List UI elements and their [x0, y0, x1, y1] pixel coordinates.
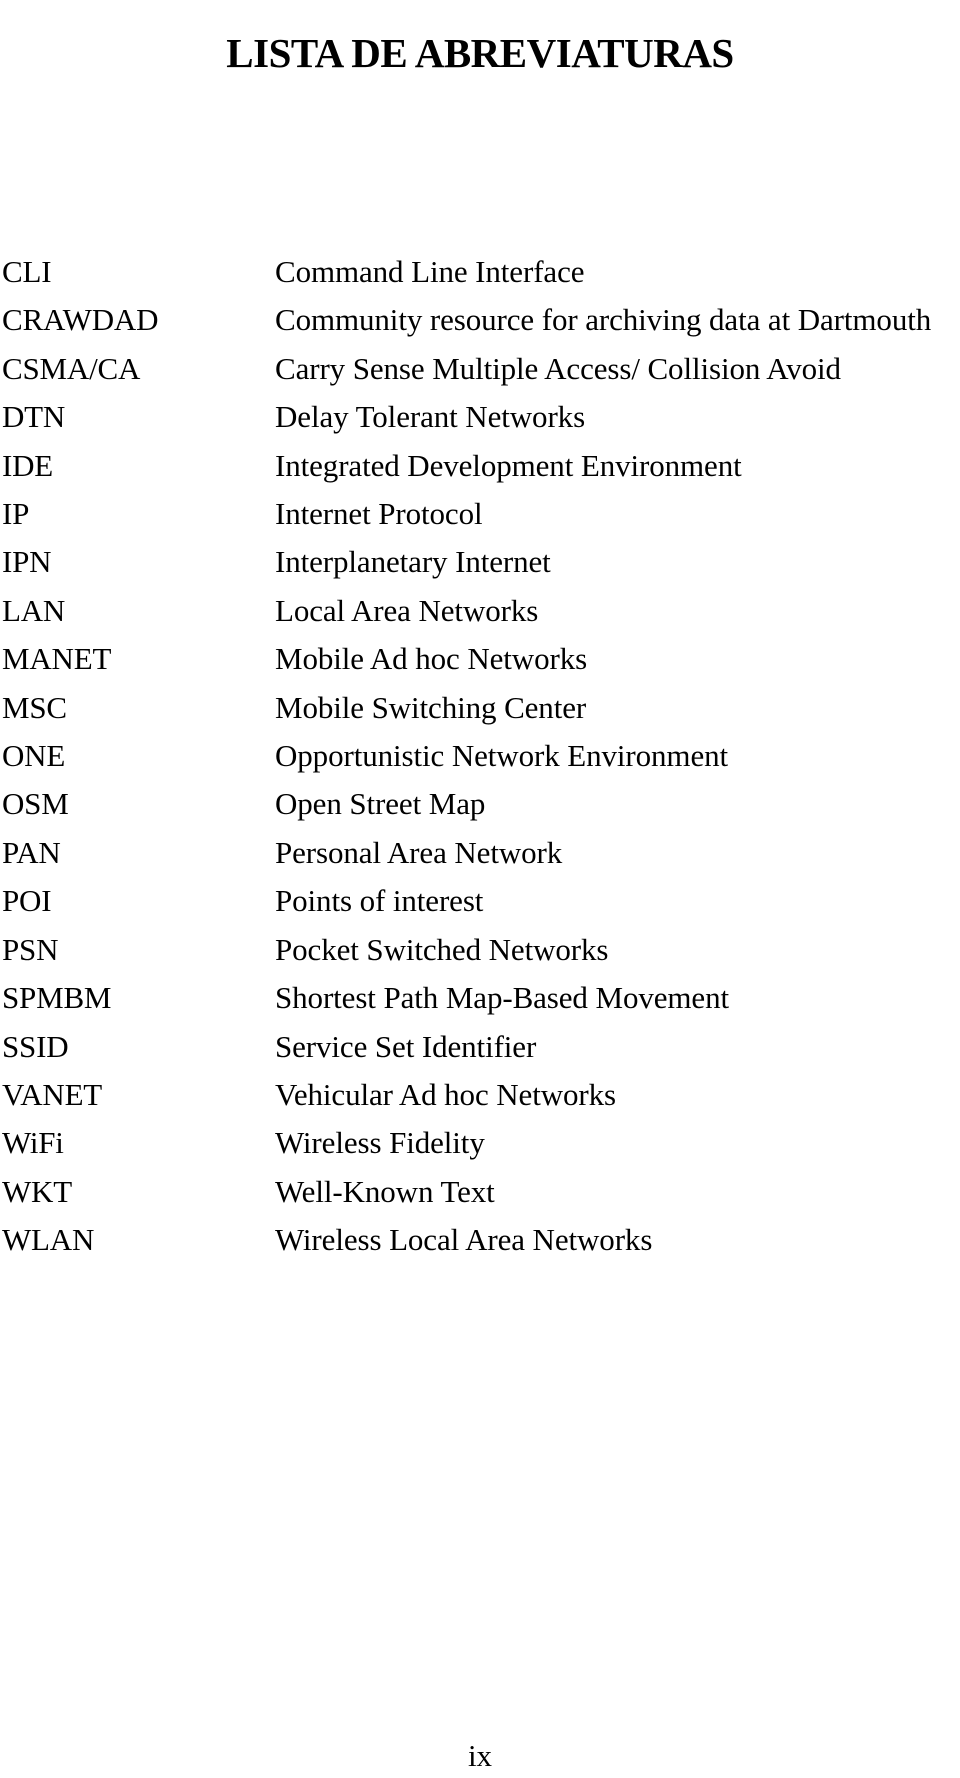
table-row: MSC Mobile Switching Center: [2, 684, 960, 732]
table-row: CRAWDAD Community resource for archiving …: [2, 296, 960, 344]
definition-cell: Delay Tolerant Networks: [275, 399, 586, 435]
table-row: SPMBM Shortest Path Map-Based Movement: [2, 974, 960, 1022]
abbreviation-cell: WiFi: [2, 1125, 64, 1161]
page-title: LISTA DE ABREVIATURAS: [226, 30, 734, 77]
abbreviations-table-body: CLI Command Line Interface CRAWDAD Communit…: [2, 248, 960, 1265]
abbreviation-cell: CRAWDAD: [2, 302, 159, 338]
abbreviation-cell: IDE: [2, 447, 54, 483]
definition-cell: Shortest Path Map-Based Movement: [275, 980, 729, 1016]
table-row: IDE Integrated Development Environment: [2, 442, 960, 490]
table-row: CSMA/CA Carry Sense Multiple Access/ Coll…: [2, 345, 960, 393]
abbreviations-table: CLI Command Line Interface CRAWDAD Communit…: [2, 248, 960, 1265]
table-row: WiFi Wireless Fidelity: [2, 1119, 960, 1167]
table-row: OSM Open Street Map: [2, 780, 960, 828]
abbreviation-cell: VANET: [2, 1076, 103, 1112]
definition-cell: Points of interest: [275, 883, 484, 919]
abbreviation-cell: PSN: [2, 931, 59, 967]
abbreviation-cell: CLI: [2, 254, 52, 289]
definition-cell: Pocket Switched Networks: [275, 931, 609, 967]
table-row: ONE Opportunistic Network Environment: [2, 732, 960, 780]
abbreviation-cell: WLAN: [2, 1222, 95, 1258]
abbreviation-cell: MANET: [2, 641, 112, 677]
definition-cell: Integrated Development Environment: [275, 447, 742, 483]
table-row: PSN Pocket Switched Networks: [2, 926, 960, 974]
definition-cell: Internet Protocol: [275, 496, 483, 532]
table-row: SSID Service Set Identifier: [2, 1023, 960, 1071]
abbreviation-cell: ONE: [2, 738, 66, 774]
abbreviation-cell: DTN: [2, 399, 66, 435]
definition-cell: Carry Sense Multiple Access/ Collision A…: [275, 350, 841, 386]
definition-cell: Vehicular Ad hoc Networks: [275, 1076, 616, 1112]
definition-cell: Interplanetary Internet: [275, 544, 551, 580]
definition-cell: Mobile Ad hoc Networks: [275, 641, 588, 677]
abbreviation-cell: CSMA/CA: [2, 350, 141, 386]
definition-cell: Wireless Fidelity: [275, 1125, 485, 1161]
table-row: MANET Mobile Ad hoc Networks: [2, 635, 960, 683]
table-row: WLAN Wireless Local Area Networks: [2, 1216, 960, 1264]
table-row: IP Internet Protocol: [2, 490, 960, 538]
definition-cell: Community resource for archiving data at…: [275, 302, 932, 338]
definition-cell: Local Area Networks: [275, 592, 539, 628]
abbreviation-cell: WKT: [2, 1173, 72, 1209]
page-number: ix: [467, 1738, 493, 1773]
table-row: IPN Interplanetary Internet: [2, 538, 960, 586]
definition-cell: Command Line Interface: [275, 254, 585, 289]
abbreviation-cell: SSID: [2, 1028, 69, 1064]
abbreviation-cell: MSC: [2, 689, 67, 725]
table-row: PAN Personal Area Network: [2, 829, 960, 877]
document-page: LISTA DE ABREVIATURAS CLI Command Line In…: [0, 0, 960, 1778]
table-row: VANET Vehicular Ad hoc Networks: [2, 1071, 960, 1119]
definition-cell: Open Street Map: [275, 786, 486, 822]
definition-cell: Mobile Switching Center: [275, 689, 587, 725]
abbreviation-cell: POI: [2, 883, 52, 919]
definition-cell: Wireless Local Area Networks: [275, 1222, 653, 1258]
abbreviation-cell: LAN: [2, 592, 66, 628]
definition-cell: Service Set Identifier: [275, 1028, 537, 1064]
abbreviation-cell: IPN: [2, 544, 52, 580]
definition-cell: Personal Area Network: [275, 834, 563, 870]
table-row: CLI Command Line Interface: [2, 248, 960, 296]
table-row: POI Points of interest: [2, 877, 960, 925]
abbreviation-cell: SPMBM: [2, 980, 112, 1016]
definition-cell: Opportunistic Network Environment: [275, 738, 729, 774]
table-row: DTN Delay Tolerant Networks: [2, 393, 960, 441]
abbreviation-cell: PAN: [2, 834, 61, 870]
abbreviation-cell: OSM: [2, 786, 69, 822]
definition-cell: Well-Known Text: [275, 1173, 495, 1209]
table-row: WKT Well-Known Text: [2, 1168, 960, 1216]
table-row: LAN Local Area Networks: [2, 587, 960, 635]
abbreviation-cell: IP: [2, 496, 30, 532]
